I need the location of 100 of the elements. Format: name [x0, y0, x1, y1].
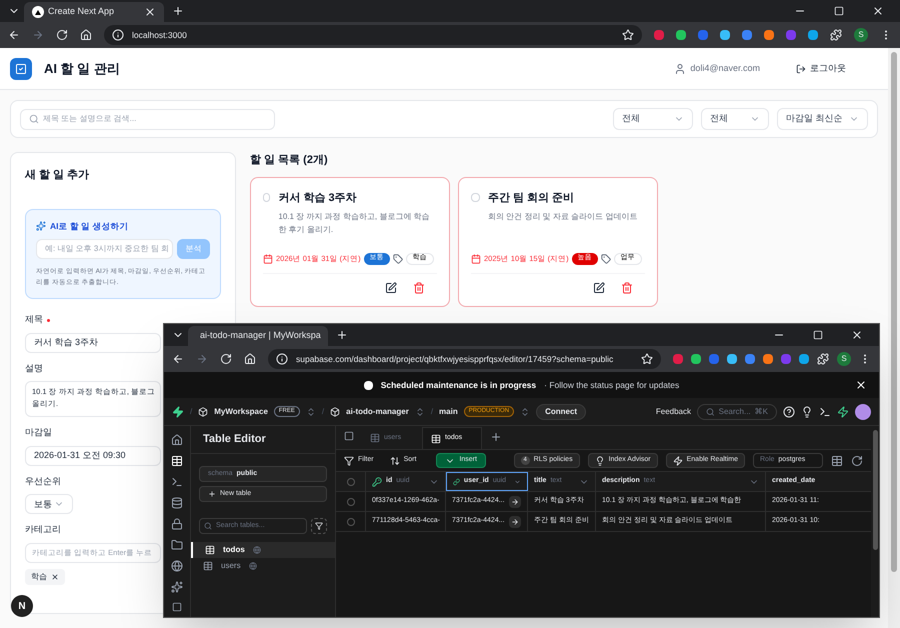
switch-icon[interactable]	[306, 406, 316, 416]
branch-name[interactable]: main	[439, 406, 458, 418]
forward-icon[interactable]	[32, 29, 44, 41]
filter-icon[interactable]	[311, 518, 327, 534]
terminal-icon[interactable]	[819, 406, 831, 418]
todo-title: 커서 학습 3주차	[278, 190, 358, 206]
search-field[interactable]: Search... ⌘K	[697, 404, 777, 420]
database-icon[interactable]	[171, 497, 183, 509]
arrow-right-icon[interactable]	[509, 516, 521, 528]
table-list-item[interactable]: todos	[191, 542, 335, 558]
trash-icon[interactable]	[621, 282, 633, 294]
scrollbar-thumb[interactable]	[891, 52, 897, 572]
status-icon	[364, 380, 373, 390]
new-tab-icon[interactable]	[172, 5, 184, 17]
select-all-checkbox[interactable]	[346, 478, 354, 486]
close-window-icon[interactable]	[872, 5, 884, 17]
checkbox[interactable]	[471, 192, 480, 202]
bookmark-star-icon[interactable]	[641, 353, 653, 365]
app-title: AI 할 일 관리	[44, 60, 120, 78]
profile-avatar[interactable]: S	[854, 28, 868, 42]
close-icon[interactable]	[855, 379, 867, 391]
todo-description: 회의 안건 정리 및 자료 슬라이드 업데이트	[488, 211, 638, 223]
filter-select[interactable]: 전체	[701, 108, 769, 130]
logout-button[interactable]: 로그아웃	[796, 62, 846, 76]
forward-icon[interactable]	[196, 353, 208, 365]
arrow-right-icon[interactable]	[509, 496, 521, 508]
table-list-item[interactable]: users	[191, 558, 335, 574]
close-tab-icon[interactable]	[144, 6, 156, 18]
profile-avatar[interactable]: S	[837, 352, 851, 366]
sidebar-title: Table Editor	[191, 426, 335, 454]
panel-icon[interactable]	[172, 602, 182, 612]
extension-icon[interactable]	[764, 30, 774, 40]
globe-icon[interactable]	[171, 560, 183, 572]
globe-icon	[252, 546, 261, 554]
project-name[interactable]: ai-todo-manager	[346, 406, 409, 418]
priority-select[interactable]: 보통	[25, 494, 73, 514]
lightbulb-icon[interactable]	[801, 406, 813, 418]
site-info-icon[interactable]	[112, 29, 124, 41]
home-icon[interactable]	[171, 434, 183, 446]
extension-icon[interactable]	[742, 30, 752, 40]
maximize-icon[interactable]	[834, 6, 844, 16]
maximize-icon[interactable]	[813, 330, 823, 340]
row-checkbox[interactable]	[346, 498, 354, 506]
lock-icon[interactable]	[171, 518, 183, 530]
extension-icon[interactable]	[676, 30, 686, 40]
extension-icon[interactable]	[654, 30, 664, 40]
org-icon	[198, 406, 208, 416]
shortcut-text: ⌘K	[754, 406, 768, 418]
breadcrumb-separator: /	[190, 406, 192, 418]
address-bar[interactable]: supabase.com/dashboard/project/qbktfxwjyesispprfqsx/editor/17459?schema=public	[268, 349, 661, 369]
help-icon[interactable]	[783, 406, 795, 418]
user-avatar[interactable]	[855, 404, 871, 420]
filter-select[interactable]: 전체	[613, 108, 693, 130]
close-window-icon[interactable]	[851, 329, 863, 341]
calendar-icon	[263, 254, 273, 264]
filter-select[interactable]: 마감일 최신순	[777, 108, 868, 130]
checkbox[interactable]	[263, 192, 270, 202]
check-square-icon	[15, 62, 27, 74]
remove-icon[interactable]	[51, 572, 59, 581]
back-icon[interactable]	[172, 353, 184, 365]
sparkle-icon[interactable]	[171, 581, 183, 593]
text-field[interactable]: 2026-01-31 오전 09:30	[25, 446, 161, 466]
browser-tab[interactable]: Create Next App	[24, 2, 164, 22]
site-info-icon[interactable]	[276, 353, 288, 365]
extension-icon[interactable]	[720, 30, 730, 40]
extension-icon[interactable]	[808, 30, 818, 40]
refresh-icon[interactable]	[851, 454, 863, 466]
org-name[interactable]: MyWorkspace	[214, 406, 268, 418]
new-tab-icon[interactable]	[336, 329, 348, 341]
banner-text[interactable]: · Follow the status page for updates	[544, 378, 680, 392]
extensions-icon[interactable]	[830, 29, 842, 41]
edit-icon[interactable]	[385, 282, 397, 294]
table-icon[interactable]	[171, 455, 183, 467]
tab-title: ai-todo-manager | MyWorkspa	[200, 329, 321, 342]
edit-icon[interactable]	[593, 282, 605, 294]
switch-icon[interactable]	[414, 406, 425, 416]
row-checkbox[interactable]	[346, 518, 354, 526]
field-label: 설명	[25, 362, 43, 375]
connect-button[interactable]: Connect	[536, 404, 586, 420]
back-icon[interactable]	[8, 29, 20, 41]
reload-icon[interactable]	[220, 353, 232, 365]
trash-icon[interactable]	[413, 282, 425, 294]
new-tab-icon[interactable]	[490, 431, 502, 443]
key-icon	[372, 476, 382, 486]
switch-icon[interactable]	[520, 406, 530, 416]
bookmark-star-icon[interactable]	[622, 29, 634, 41]
address-bar[interactable]: localhost:3000	[104, 25, 642, 45]
bolt-logo-icon[interactable]	[172, 406, 184, 418]
reload-icon[interactable]	[56, 29, 68, 41]
terminal-icon[interactable]	[171, 476, 183, 488]
feedback-link[interactable]: Feedback	[656, 406, 691, 418]
user-email: doli4@naver.com	[690, 62, 760, 75]
extensions-icon[interactable]	[817, 353, 829, 365]
folder-icon[interactable]	[171, 539, 183, 551]
text-field[interactable]: 커서 학습 3주차	[25, 332, 161, 353]
sidebar-toggle-icon[interactable]	[344, 431, 354, 441]
scrollbar-thumb[interactable]	[872, 430, 878, 550]
browser-tab[interactable]: ai-todo-manager | MyWorkspa	[188, 326, 328, 346]
definition-icon[interactable]	[831, 454, 843, 466]
filter-icon	[344, 456, 354, 466]
